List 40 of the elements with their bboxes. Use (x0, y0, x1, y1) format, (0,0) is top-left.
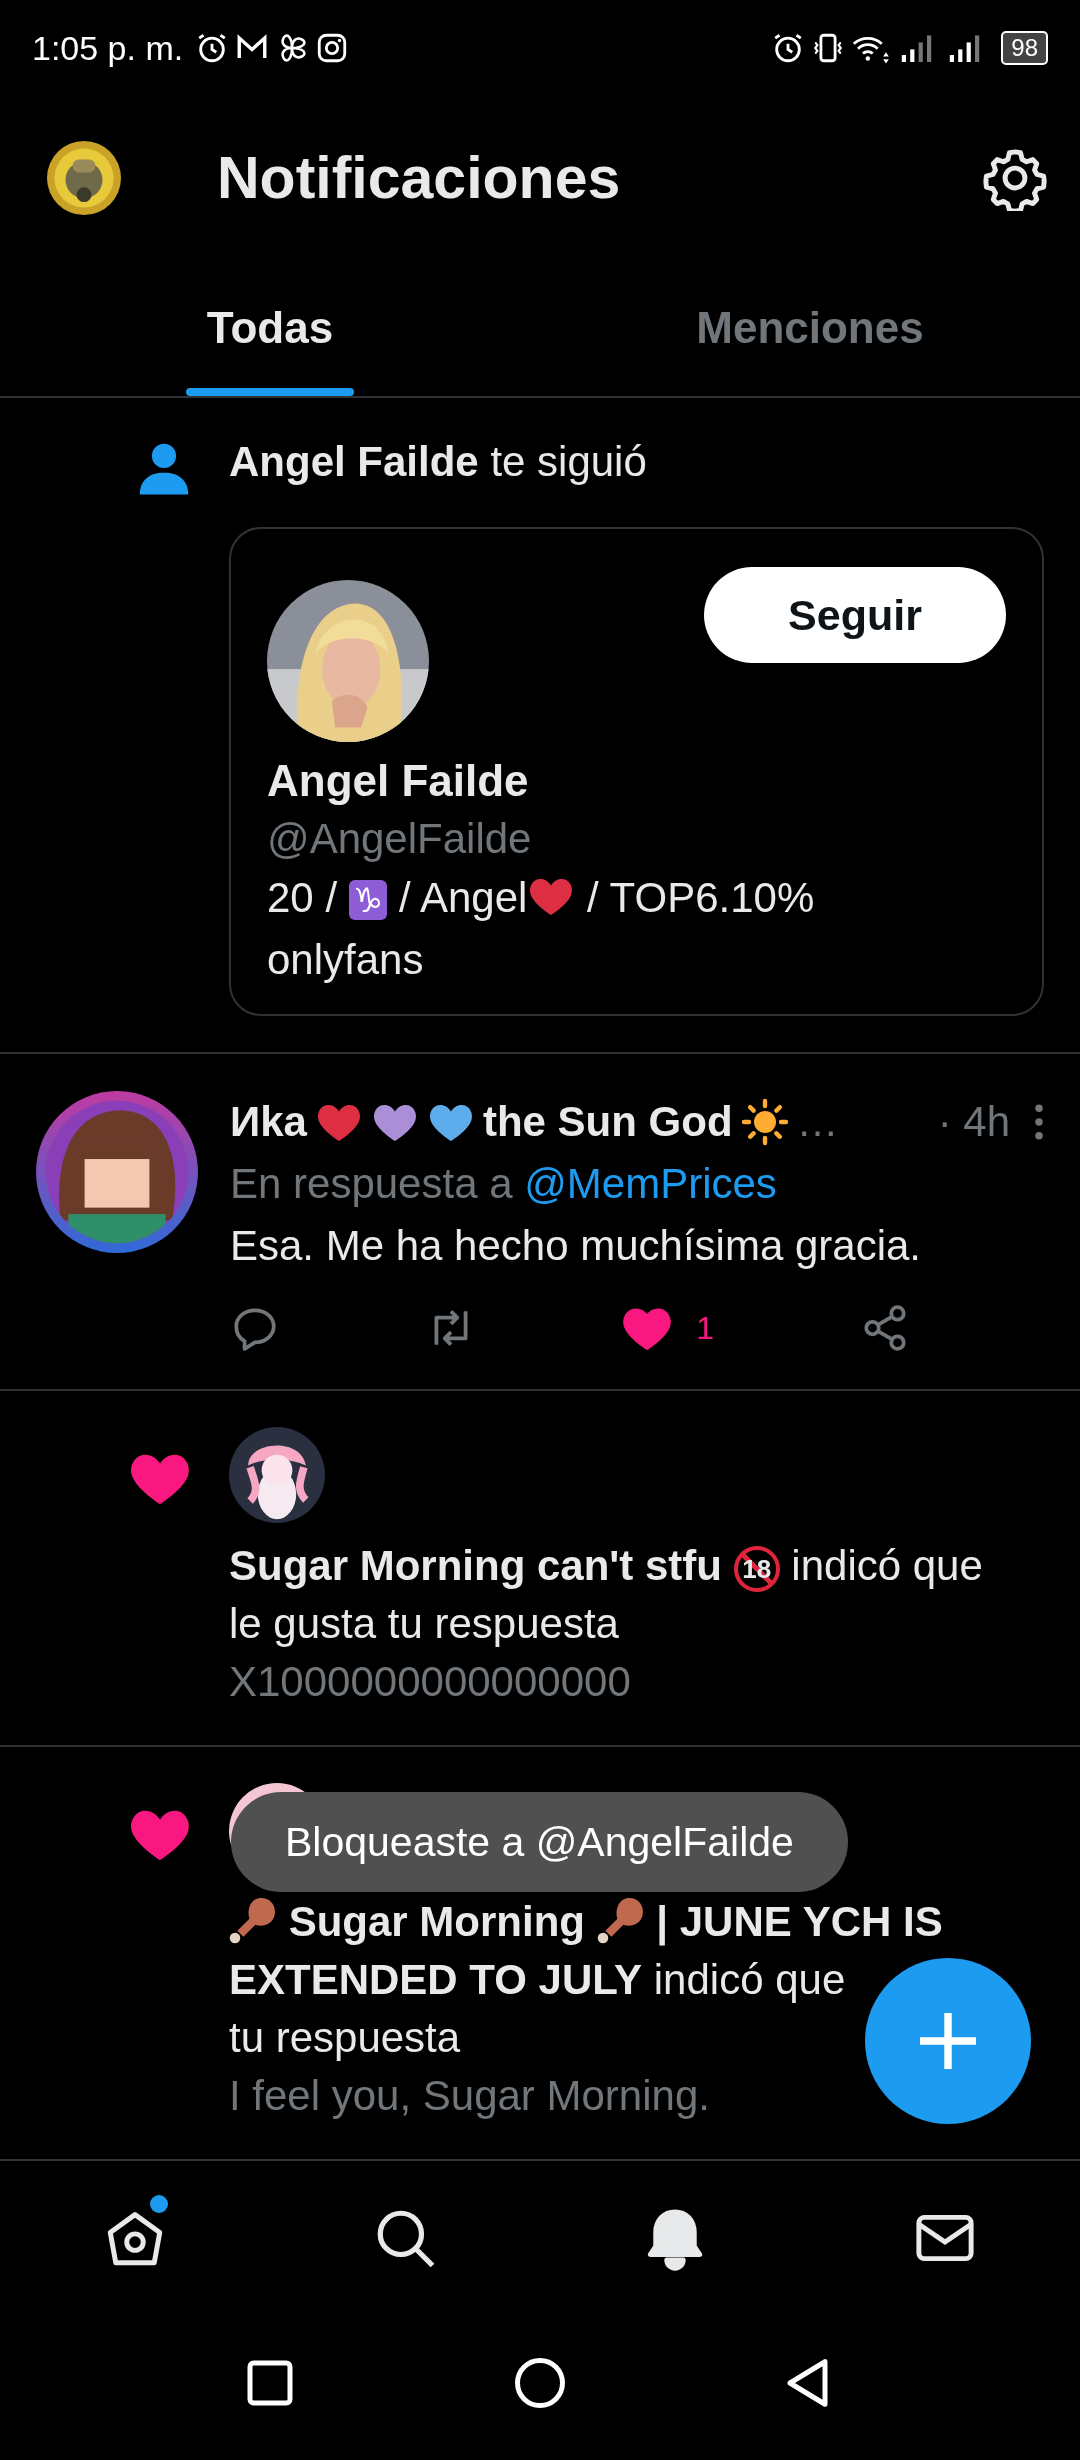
follow-button[interactable]: Seguir (704, 567, 1006, 664)
plus-icon (920, 2013, 976, 2069)
status-time: 1:05 p. m. (32, 28, 184, 68)
profile-card[interactable]: Seguir Angel Failde @AngelFailde 20 / ♑ / Angel / TOP6.10% onlyfans (229, 527, 1044, 1017)
bio-text: 20 / (267, 874, 339, 922)
quoted-reply: I feel you, Sugar Morning. (229, 2071, 711, 2122)
notification-action: te siguió (490, 438, 647, 486)
actor-name[interactable]: Sugar Morning (288, 1898, 585, 1946)
actor-name[interactable]: EXTENDED TO JULY (229, 1956, 643, 2004)
reply-context: En respuesta a @MemPrices (230, 1159, 778, 1210)
mention-link[interactable]: @MemPrices (524, 1160, 777, 1208)
author-name[interactable]: Иka (230, 1091, 307, 1154)
actor-name[interactable]: Angel Failde (229, 438, 479, 486)
page-title: Notificaciones (217, 143, 622, 212)
bio-text: onlyfans (267, 936, 424, 984)
bio-text: / TOP6.10% (586, 874, 815, 922)
drumstick-icon (229, 1896, 277, 1945)
zodiac-sign: ♑ (348, 880, 388, 921)
blocked-toast: Bloqueaste a @AngelFailde (231, 1792, 848, 1892)
sun-icon (740, 1098, 789, 1147)
post-text: Esa. Me ha hecho muchísima gracia. (230, 1221, 922, 1272)
quoted-reply: X1000000000000000 (229, 1657, 632, 1708)
notification-action: indicó que (653, 1956, 846, 2004)
notification-action: indicó que (791, 1542, 983, 1590)
actor-name[interactable]: Sugar Morning can't stfu (229, 1542, 722, 1590)
battery-level: 98 (1001, 31, 1048, 66)
bio-text: / Angel (397, 874, 528, 922)
drumstick-icon (596, 1896, 645, 1945)
tab[interactable]: Todas (0, 259, 540, 397)
actor-name[interactable]: | JUNE YCH IS (656, 1898, 943, 1946)
notification-action: tu respuesta (229, 2014, 461, 2062)
author-name[interactable]: the Sun God (482, 1091, 733, 1154)
tab[interactable]: Menciones (540, 259, 1080, 397)
like-count: 1 (696, 1309, 714, 1349)
profile-name: Angel Failde (267, 755, 530, 808)
more-icon[interactable] (1034, 1103, 1044, 1142)
post-time: · 4h (937, 1097, 1010, 1148)
notification-action: le gusta tu respuesta (229, 1600, 619, 1648)
name-ellipsis: … (796, 1097, 839, 1148)
profile-handle: @AngelFailde (267, 814, 533, 865)
